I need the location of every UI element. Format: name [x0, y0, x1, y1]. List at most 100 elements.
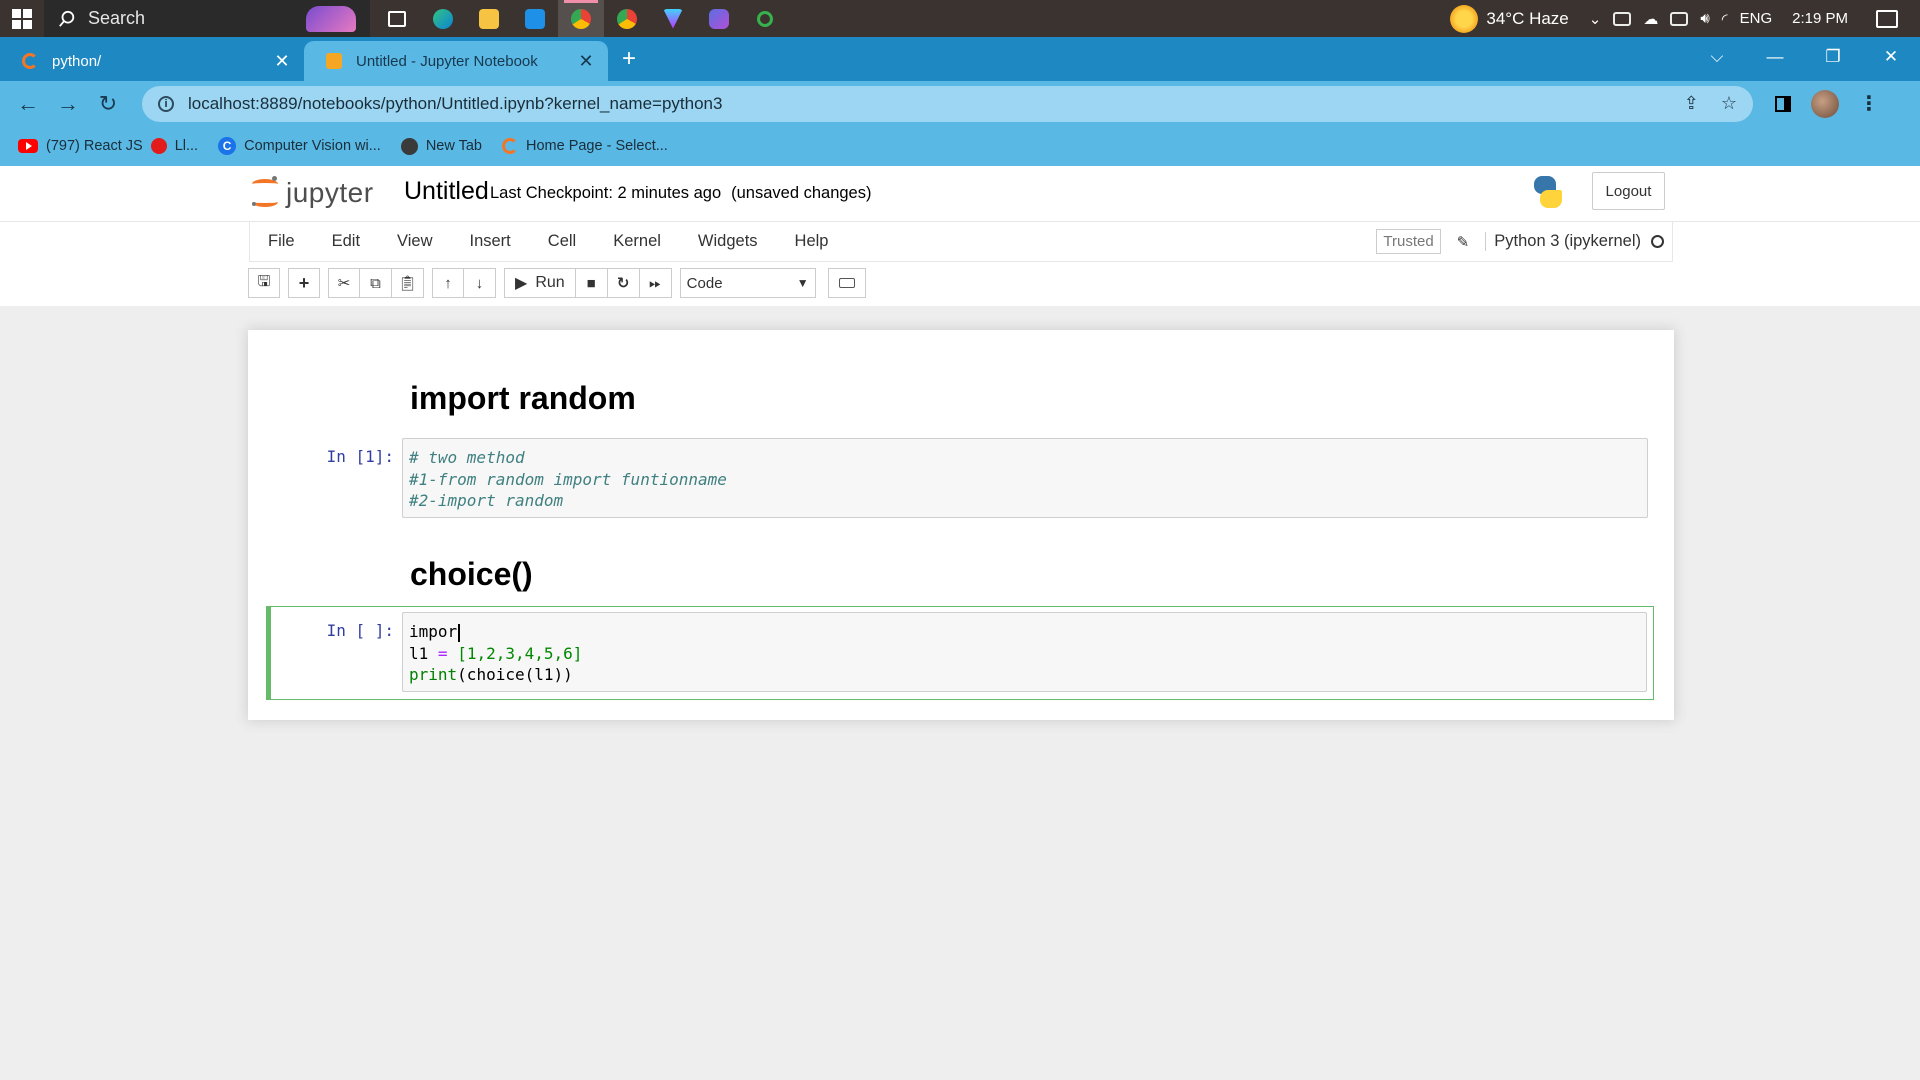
interrupt-kernel-button[interactable]: ■ — [575, 268, 608, 298]
back-arrow-icon[interactable]: ← — [8, 91, 48, 117]
taskbar-app-mail[interactable] — [512, 0, 558, 37]
profile-avatar[interactable] — [1811, 89, 1839, 118]
taskbar-app-edge[interactable] — [420, 0, 466, 37]
taskbar-search-label: Search — [88, 8, 146, 28]
logout-button[interactable]: Logout — [1592, 172, 1665, 210]
bookmark-star-icon[interactable]: ☆ — [1721, 93, 1737, 114]
new-tab-button[interactable]: + — [622, 45, 636, 73]
markdown-heading-import-random[interactable]: import random — [410, 380, 636, 417]
share-icon[interactable]: ⇪ — [1684, 93, 1699, 114]
paste-cells-button[interactable]: 📋︎ — [392, 268, 424, 298]
forward-arrow-icon[interactable]: → — [48, 91, 88, 117]
globe-icon — [400, 137, 418, 155]
taskbar-search-box[interactable]: Search — [44, 0, 370, 37]
jupyter-mark-icon — [252, 176, 278, 210]
taskbar-app-file-explorer[interactable] — [466, 0, 512, 37]
address-bar[interactable]: i localhost:8889/notebooks/python/Untitl… — [142, 85, 1753, 122]
language-indicator[interactable]: ENG — [1740, 10, 1773, 27]
side-panel-icon[interactable] — [1775, 95, 1791, 112]
move-cell-up-button[interactable]: ↑ — [432, 268, 464, 298]
python-logo-icon — [1530, 174, 1566, 210]
restart-run-all-button[interactable]: ⏩︎ — [639, 268, 672, 298]
menu-widgets[interactable]: Widgets — [698, 232, 758, 251]
jupyter-logo[interactable]: jupyter — [252, 176, 374, 210]
windows-taskbar: Search 34°C Haze ⌄ ☁ 🔊︎ ◜ ENG 2:19 PM — [0, 0, 1920, 37]
markdown-heading-choice[interactable]: choice() — [410, 556, 533, 593]
notebook-name[interactable]: Untitled — [404, 177, 489, 206]
copy-cells-button[interactable]: ⧉ — [360, 268, 392, 298]
site-info-icon[interactable]: i — [158, 95, 174, 112]
menu-cell[interactable]: Cell — [548, 232, 576, 251]
chevron-up-icon[interactable]: ⌄ — [1589, 10, 1602, 28]
meet-icon[interactable] — [1613, 11, 1632, 26]
wifi-icon[interactable]: ◜ — [1722, 10, 1728, 28]
trusted-indicator[interactable]: Trusted — [1376, 229, 1441, 254]
save-button[interactable]: 🖫︎ — [248, 268, 280, 298]
copy-icon: ⧉ — [370, 274, 381, 292]
checkpoint-status: Last Checkpoint: 2 minutes ago (unsaved c… — [490, 184, 871, 203]
code-cell-input[interactable]: # two method #1-from random import funti… — [402, 438, 1648, 518]
restore-icon[interactable]: ❐ — [1804, 47, 1862, 67]
cloud-icon[interactable]: ☁ — [1643, 10, 1658, 28]
close-tab-icon[interactable]: ✕ — [576, 51, 596, 72]
tab-search-chevron-icon[interactable]: ⌵ — [1688, 47, 1746, 67]
move-cell-down-button[interactable]: ↓ — [464, 268, 496, 298]
restart-kernel-button[interactable]: ↻ — [607, 268, 640, 298]
task-view-button[interactable] — [374, 0, 420, 37]
youtube-icon — [18, 139, 38, 153]
menu-file[interactable]: File — [268, 232, 295, 251]
bookmark-react-js[interactable]: (797) React JS — [18, 138, 143, 154]
edit-mode-pencil-icon: ✎ — [1456, 233, 1470, 251]
restart-icon: ↻ — [616, 275, 630, 292]
kernel-name[interactable]: Python 3 (ipykernel) — [1485, 232, 1641, 251]
more-menu-icon[interactable]: ⋮ — [1859, 91, 1879, 116]
command-palette-button[interactable] — [827, 268, 866, 298]
run-button[interactable]: ▶ Run — [504, 268, 576, 298]
weather-widget[interactable]: 34°C Haze — [1450, 4, 1569, 33]
unsaved-changes: (unsaved changes) — [731, 184, 872, 202]
keyboard-icon — [838, 278, 855, 288]
bookmark-computer-vision[interactable]: C Computer Vision wi... — [218, 137, 381, 155]
taskbar-app-vite[interactable] — [650, 0, 696, 37]
taskbar-app-media[interactable] — [696, 0, 742, 37]
code-comment-line: #1-from random import funtionname — [409, 469, 727, 489]
jupyter-favicon-icon — [501, 138, 518, 154]
bookmark-home-page[interactable]: Home Page - Select... — [501, 138, 668, 154]
taskbar-app-green[interactable] — [742, 0, 788, 37]
clock[interactable]: 2:19 PM — [1792, 10, 1848, 27]
window-controls: ⌵ — ❐ ✕ — [1688, 37, 1920, 77]
cut-cells-button[interactable]: ✂ — [328, 268, 360, 298]
insert-cell-below-button[interactable]: + — [288, 268, 320, 298]
menu-view[interactable]: View — [397, 232, 432, 251]
tab-untitled-notebook[interactable]: Untitled - Jupyter Notebook ✕ — [304, 41, 608, 81]
menu-insert[interactable]: Insert — [470, 232, 511, 251]
cell-type-select[interactable]: Code ▼ — [679, 268, 816, 298]
bookmark-new-tab[interactable]: New Tab — [400, 137, 482, 155]
battery-icon[interactable] — [1670, 11, 1689, 26]
menu-edit[interactable]: Edit — [332, 232, 360, 251]
volume-icon[interactable]: 🔊︎ — [1700, 10, 1709, 27]
code-list-literal: [1,2,3,4,5,6] — [457, 643, 583, 663]
code-cell-input[interactable]: impor l1 = [1,2,3,4,5,6] print(choice(l1… — [402, 612, 1647, 692]
taskbar-app-chrome[interactable] — [604, 0, 650, 37]
menu-kernel[interactable]: Kernel — [613, 232, 661, 251]
minimize-icon[interactable]: — — [1746, 47, 1804, 67]
save-icon: 🖫︎ — [257, 272, 271, 290]
menu-help[interactable]: Help — [795, 232, 829, 251]
chrome-icon — [617, 8, 637, 29]
cell-type-value: Code — [686, 274, 723, 292]
url-text[interactable]: localhost:8889/notebooks/python/Untitled… — [188, 94, 1662, 114]
window-close-icon[interactable]: ✕ — [1862, 47, 1920, 67]
close-tab-icon[interactable]: ✕ — [272, 51, 292, 72]
taskbar-app-chrome-active[interactable] — [558, 0, 604, 37]
tab-python-folder[interactable]: python/ ✕ — [0, 41, 304, 81]
jupyter-favicon-icon — [22, 53, 38, 69]
windows-start-button[interactable] — [0, 0, 44, 37]
play-icon: ▶ — [515, 275, 528, 292]
bookmark-ll[interactable]: Ll... — [150, 138, 198, 154]
notification-center-icon[interactable] — [1876, 9, 1898, 28]
code-operator: = — [437, 643, 448, 663]
selected-code-cell[interactable]: In [ ]: impor l1 = [1,2,3,4,5,6] print(c… — [266, 606, 1654, 700]
system-tray: ⌄ ☁ 🔊︎ ◜ ENG — [1589, 10, 1772, 28]
reload-icon[interactable]: ↻ — [88, 91, 128, 117]
